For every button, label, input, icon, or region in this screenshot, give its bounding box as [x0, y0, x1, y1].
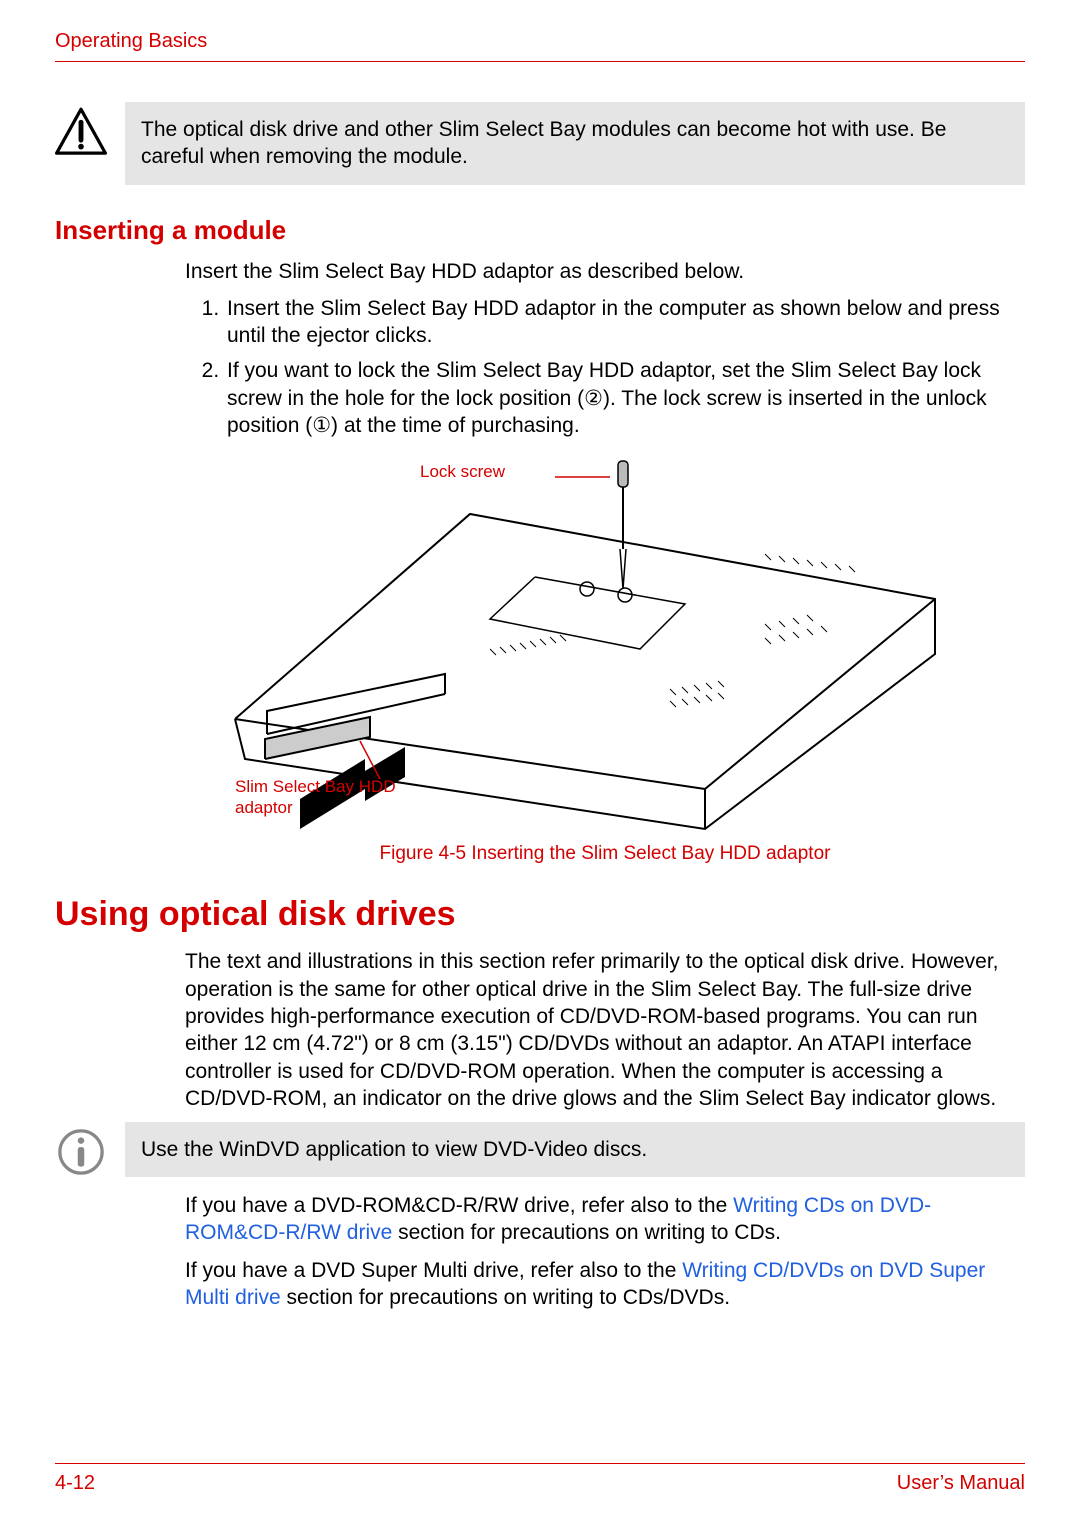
info-icon [55, 1126, 107, 1178]
optical-para1: The text and illustrations in this secti… [185, 948, 1025, 1112]
figure-label-adaptor-l1: Slim Select Bay HDD [235, 777, 396, 796]
optical-para2: If you have a DVD-ROM&CD-R/RW drive, ref… [185, 1192, 1025, 1247]
inserting-steps: Insert the Slim Select Bay HDD adaptor i… [185, 295, 1025, 439]
header-section: Operating Basics [55, 30, 207, 53]
footer-doc-title: User’s Manual [897, 1472, 1025, 1495]
list-item: Insert the Slim Select Bay HDD adaptor i… [225, 295, 1025, 350]
inserting-intro: Insert the Slim Select Bay HDD adaptor a… [185, 258, 1025, 285]
figure-slim-select-bay: Lock screw Slim Select Bay HDD adaptor [205, 459, 965, 839]
info-callout: Use the WinDVD application to view DVD-V… [55, 1122, 1025, 1178]
figure-caption: Figure 4-5 Inserting the Slim Select Bay… [185, 843, 1025, 865]
warning-callout: The optical disk drive and other Slim Se… [55, 102, 1025, 185]
section-heading-optical: Using optical disk drives [55, 895, 1025, 934]
figure-label-adaptor-l2: adaptor [235, 798, 293, 817]
list-item: If you want to lock the Slim Select Bay … [225, 357, 1025, 439]
page-header: Operating Basics [55, 30, 1025, 62]
warning-text: The optical disk drive and other Slim Se… [125, 102, 1025, 185]
footer-page-number: 4-12 [55, 1472, 95, 1495]
figure-label-lockscrew: Lock screw [420, 462, 505, 482]
section-title-inserting: Inserting a module [55, 215, 1025, 246]
optical-para3: If you have a DVD Super Multi drive, ref… [185, 1257, 1025, 1312]
info-text: Use the WinDVD application to view DVD-V… [125, 1122, 1025, 1177]
page-footer: 4-12 User’s Manual [55, 1463, 1025, 1495]
warning-icon [55, 106, 107, 158]
